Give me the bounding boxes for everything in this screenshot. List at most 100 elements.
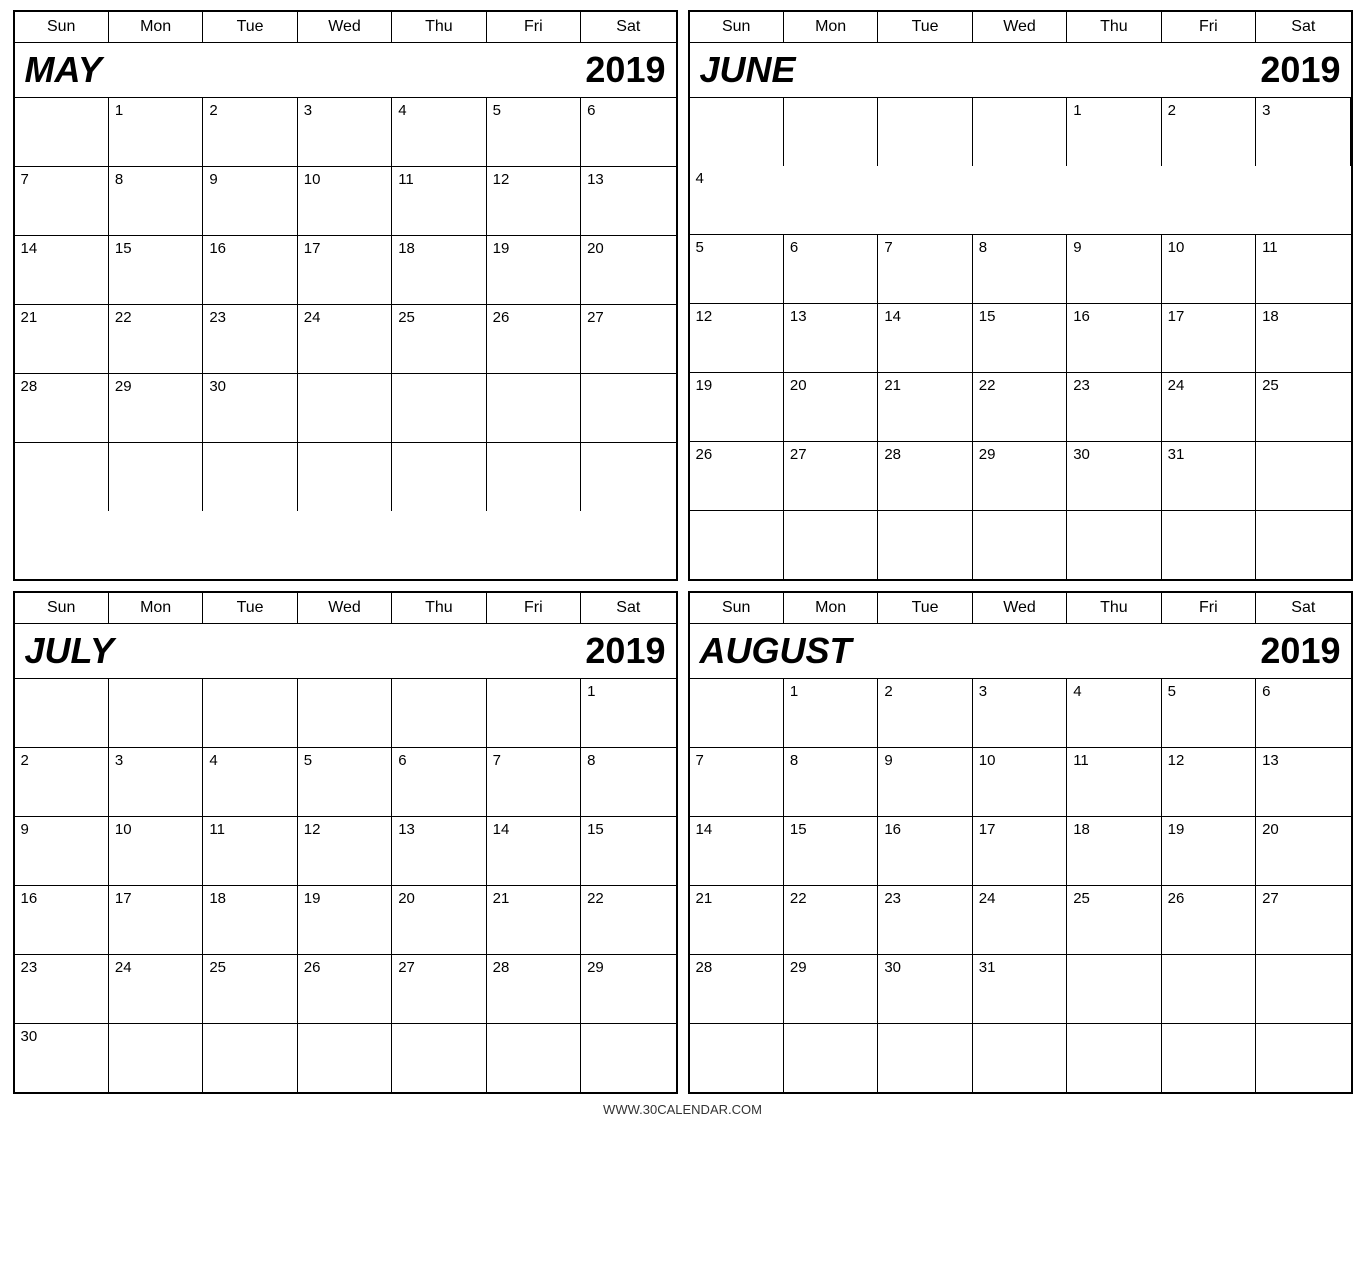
calendar-june-2019-header-row: SunMonTueWedThuFriSat <box>690 12 1351 43</box>
week-row: 123456 <box>690 679 1351 748</box>
calendar-day <box>298 679 392 747</box>
calendar-day: 11 <box>1067 748 1161 816</box>
week-row: 30 <box>15 1024 676 1092</box>
calendar-june-2019: SunMonTueWedThuFriSatJUNE201912345678910… <box>688 10 1353 581</box>
day-header-sat: Sat <box>581 593 675 623</box>
calendar-day: 20 <box>392 886 486 954</box>
day-header-mon: Mon <box>109 593 203 623</box>
calendar-day: 27 <box>1256 886 1350 954</box>
calendar-day <box>203 1024 297 1092</box>
calendar-day: 1 <box>581 679 675 747</box>
calendars-grid: SunMonTueWedThuFriSatMAY2019123456789101… <box>13 10 1353 1094</box>
calendar-day <box>1162 1024 1256 1092</box>
calendar-day: 19 <box>298 886 392 954</box>
calendar-day: 20 <box>1256 817 1350 885</box>
calendar-day: 1 <box>784 679 878 747</box>
calendar-day <box>487 679 581 747</box>
calendar-day: 3 <box>1256 98 1350 166</box>
day-header-thu: Thu <box>392 593 486 623</box>
calendar-day: 13 <box>784 304 878 372</box>
calendar-day: 22 <box>581 886 675 954</box>
calendar-day: 8 <box>973 235 1067 303</box>
calendar-day <box>392 443 486 511</box>
week-row <box>690 511 1351 579</box>
calendar-day: 13 <box>581 167 675 235</box>
calendar-day: 8 <box>109 167 203 235</box>
day-header-sat: Sat <box>1256 12 1350 42</box>
calendar-day: 24 <box>109 955 203 1023</box>
day-header-thu: Thu <box>1067 12 1161 42</box>
calendar-day <box>690 511 784 579</box>
calendar-day: 28 <box>690 955 784 1023</box>
calendar-day: 2 <box>15 748 109 816</box>
calendar-day <box>690 98 784 166</box>
calendar-day: 13 <box>1256 748 1350 816</box>
calendar-may-2019: SunMonTueWedThuFriSatMAY2019123456789101… <box>13 10 678 581</box>
week-row: 14151617181920 <box>15 236 676 305</box>
calendar-day: 23 <box>1067 373 1161 441</box>
calendar-day <box>15 98 109 166</box>
day-header-mon: Mon <box>109 12 203 42</box>
calendar-day <box>784 1024 878 1092</box>
calendar-day <box>109 443 203 511</box>
calendar-day: 17 <box>973 817 1067 885</box>
week-row: 78910111213 <box>690 748 1351 817</box>
week-row: 2345678 <box>15 748 676 817</box>
calendar-day: 5 <box>1162 679 1256 747</box>
calendar-day: 9 <box>1067 235 1161 303</box>
calendar-day: 28 <box>487 955 581 1023</box>
calendar-july-2019-year: 2019 <box>585 630 665 672</box>
calendar-day: 14 <box>690 817 784 885</box>
calendar-day: 17 <box>1162 304 1256 372</box>
calendar-day: 11 <box>203 817 297 885</box>
day-header-tue: Tue <box>878 12 972 42</box>
calendar-day <box>690 679 784 747</box>
day-header-tue: Tue <box>203 12 297 42</box>
calendar-day <box>109 1024 203 1092</box>
week-row: 567891011 <box>690 235 1351 304</box>
calendar-day <box>973 511 1067 579</box>
calendar-day <box>109 679 203 747</box>
week-row: 1 <box>15 679 676 748</box>
calendar-day: 9 <box>878 748 972 816</box>
day-header-fri: Fri <box>1162 12 1256 42</box>
calendar-day: 15 <box>784 817 878 885</box>
day-header-wed: Wed <box>298 12 392 42</box>
calendar-day: 4 <box>203 748 297 816</box>
calendar-day: 18 <box>392 236 486 304</box>
calendar-day: 25 <box>203 955 297 1023</box>
calendar-day <box>973 1024 1067 1092</box>
calendar-day: 19 <box>690 373 784 441</box>
calendar-day <box>15 443 109 511</box>
calendar-may-2019-header-row: SunMonTueWedThuFriSat <box>15 12 676 43</box>
calendar-day: 8 <box>581 748 675 816</box>
calendar-day: 17 <box>109 886 203 954</box>
day-header-mon: Mon <box>784 593 878 623</box>
day-header-sat: Sat <box>1256 593 1350 623</box>
calendar-may-2019-year: 2019 <box>585 49 665 91</box>
calendar-day: 12 <box>690 304 784 372</box>
calendar-day <box>203 443 297 511</box>
calendar-day: 23 <box>203 305 297 373</box>
calendar-day <box>1256 511 1350 579</box>
calendar-day: 10 <box>109 817 203 885</box>
calendar-day: 9 <box>15 817 109 885</box>
calendar-day: 4 <box>392 98 486 166</box>
calendar-day: 2 <box>203 98 297 166</box>
calendar-may-2019-body: 1234567891011121314151617181920212223242… <box>15 98 676 511</box>
calendar-day: 15 <box>581 817 675 885</box>
calendar-june-2019-title: JUNE2019 <box>690 43 1351 98</box>
day-header-tue: Tue <box>878 593 972 623</box>
calendar-day: 4 <box>1067 679 1161 747</box>
calendar-day: 5 <box>690 235 784 303</box>
week-row: 262728293031 <box>690 442 1351 511</box>
calendar-day: 23 <box>15 955 109 1023</box>
calendar-day: 21 <box>487 886 581 954</box>
calendar-day <box>1067 511 1161 579</box>
week-row: 23242526272829 <box>15 955 676 1024</box>
calendar-day <box>784 98 878 166</box>
calendar-day: 6 <box>1256 679 1350 747</box>
calendar-day: 10 <box>1162 235 1256 303</box>
calendar-day: 10 <box>973 748 1067 816</box>
calendar-day <box>298 374 392 442</box>
